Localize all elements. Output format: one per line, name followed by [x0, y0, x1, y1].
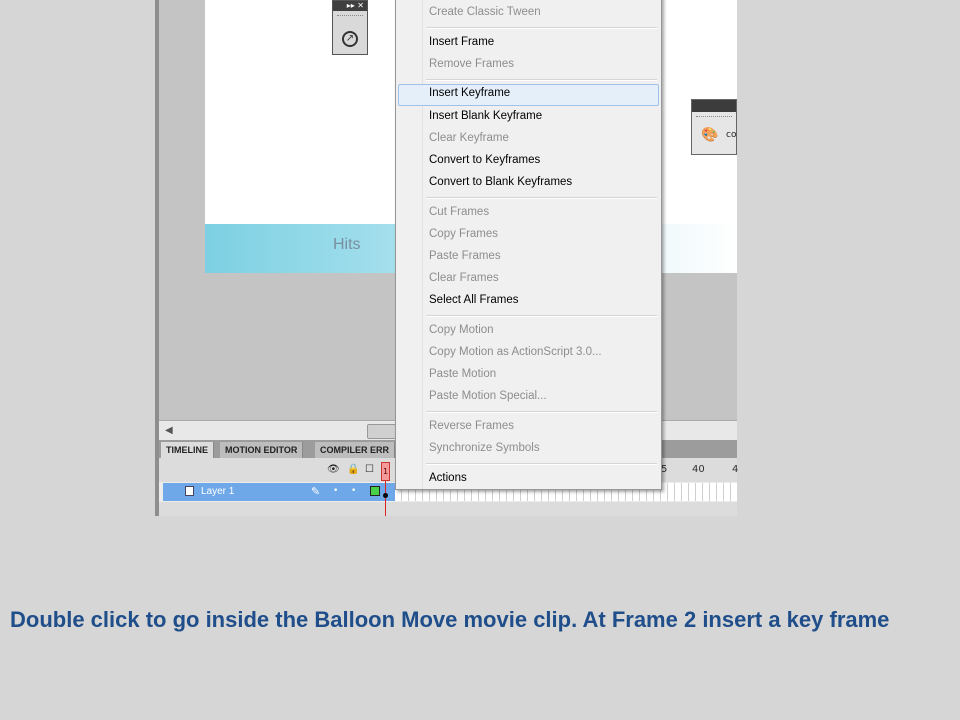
menu-item-create-classic-tween[interactable]: Create Classic Tween	[398, 3, 659, 23]
palette-icon[interactable]: 🎨	[701, 127, 718, 143]
menu-item-actions[interactable]: Actions	[398, 469, 659, 489]
color-panel-header[interactable]	[692, 100, 736, 112]
menu-separator	[426, 463, 657, 465]
panel-grip[interactable]	[696, 116, 732, 117]
menu-item-label: Cut Frames	[429, 206, 490, 218]
ruler-label: 4	[732, 464, 739, 475]
slide-caption: Double click to go inside the Balloon Mo…	[10, 607, 890, 632]
menu-item-select-all-frames[interactable]: Select All Frames	[398, 291, 659, 311]
pencil-icon: ✎	[311, 485, 321, 498]
ruler-label: 40	[692, 464, 705, 475]
menu-item-insert-keyframe[interactable]: Insert Keyframe	[398, 84, 659, 106]
tools-panel-header[interactable]: ▸▸ ✕	[333, 1, 367, 11]
menu-separator	[426, 411, 657, 413]
menu-item-label: Paste Motion Special...	[429, 390, 547, 402]
menu-item-label: Synchronize Symbols	[429, 442, 540, 454]
tools-panel: ▸▸ ✕ ↗	[332, 0, 368, 55]
menu-item-label: Copy Motion as ActionScript 3.0...	[429, 346, 602, 358]
layer-name[interactable]: Layer 1	[201, 486, 234, 497]
menu-item-copy-motion[interactable]: Copy Motion	[398, 321, 659, 341]
menu-item-label: Actions	[429, 472, 467, 484]
playhead[interactable]: 1	[381, 462, 390, 481]
menu-item-clear-keyframe[interactable]: Clear Keyframe	[398, 129, 659, 149]
menu-item-label: Remove Frames	[429, 58, 514, 70]
menu-item-synchronize-symbols[interactable]: Synchronize Symbols	[398, 439, 659, 459]
menu-item-label: Select All Frames	[429, 294, 519, 306]
menu-item-label: Convert to Blank Keyframes	[429, 176, 573, 188]
menu-item-label: Paste Frames	[429, 250, 501, 262]
menu-item-convert-to-keyframes[interactable]: Convert to Keyframes	[398, 151, 659, 171]
menu-item-label: Clear Keyframe	[429, 132, 509, 144]
timeline-footer	[159, 502, 737, 516]
keyframe-dot[interactable]	[383, 493, 388, 498]
menu-item-convert-to-blank-keyframes[interactable]: Convert to Blank Keyframes	[398, 173, 659, 193]
outline-icon[interactable]: ☐	[365, 464, 374, 475]
color-panel-label[interactable]: co	[726, 130, 736, 140]
layer-1[interactable]: Layer 1 ✎ • •	[163, 483, 397, 501]
menu-item-label: Insert Frame	[429, 36, 495, 48]
eye-icon[interactable]: 👁	[327, 464, 340, 475]
lock-dot-icon[interactable]: •	[351, 486, 356, 496]
menu-item-label: Create Classic Tween	[429, 6, 541, 18]
banner-text: Hits	[333, 236, 361, 253]
frame-context-menu: Create Classic Tween Insert Frame Remove…	[395, 0, 662, 490]
menu-item-label: Insert Blank Keyframe	[429, 110, 543, 122]
menu-item-remove-frames[interactable]: Remove Frames	[398, 55, 659, 75]
menu-separator	[426, 79, 657, 81]
outline-color-swatch[interactable]	[370, 486, 380, 496]
menu-item-paste-motion[interactable]: Paste Motion	[398, 365, 659, 385]
menu-item-label: Copy Frames	[429, 228, 499, 240]
menu-item-copy-frames[interactable]: Copy Frames	[398, 225, 659, 245]
menu-item-label: Insert Keyframe	[429, 87, 511, 99]
menu-item-cut-frames[interactable]: Cut Frames	[398, 203, 659, 223]
menu-item-paste-frames[interactable]: Paste Frames	[398, 247, 659, 267]
menu-item-insert-frame[interactable]: Insert Frame	[398, 33, 659, 53]
menu-item-label: Copy Motion	[429, 324, 494, 336]
menu-item-reverse-frames[interactable]: Reverse Frames	[398, 417, 659, 437]
visibility-dot-icon[interactable]: •	[333, 486, 338, 496]
menu-item-label: Clear Frames	[429, 272, 499, 284]
panel-grip[interactable]	[337, 15, 363, 19]
menu-item-clear-frames[interactable]: Clear Frames	[398, 269, 659, 289]
tool-arrow-icon[interactable]: ↗	[342, 31, 358, 47]
tab-motion-editor[interactable]: MOTION EDITOR	[220, 442, 304, 458]
menu-item-label: Convert to Keyframes	[429, 154, 541, 166]
layer-icon	[185, 486, 194, 496]
menu-item-label: Paste Motion	[429, 368, 497, 380]
playhead-line	[385, 481, 386, 516]
menu-separator	[426, 197, 657, 199]
scroll-left-icon[interactable]: ◀	[165, 425, 173, 436]
color-panel: 🎨 co	[691, 99, 737, 155]
menu-item-paste-motion-special[interactable]: Paste Motion Special...	[398, 387, 659, 407]
menu-item-label: Reverse Frames	[429, 420, 514, 432]
lock-icon[interactable]: 🔒	[347, 464, 359, 475]
menu-item-copy-motion-as-actionscript[interactable]: Copy Motion as ActionScript 3.0...	[398, 343, 659, 363]
tab-compiler-errors[interactable]: COMPILER ERR	[315, 442, 396, 458]
menu-separator	[426, 27, 657, 29]
tab-timeline[interactable]: TIMELINE	[161, 442, 214, 458]
menu-separator	[426, 315, 657, 317]
menu-item-insert-blank-keyframe[interactable]: Insert Blank Keyframe	[398, 107, 659, 127]
